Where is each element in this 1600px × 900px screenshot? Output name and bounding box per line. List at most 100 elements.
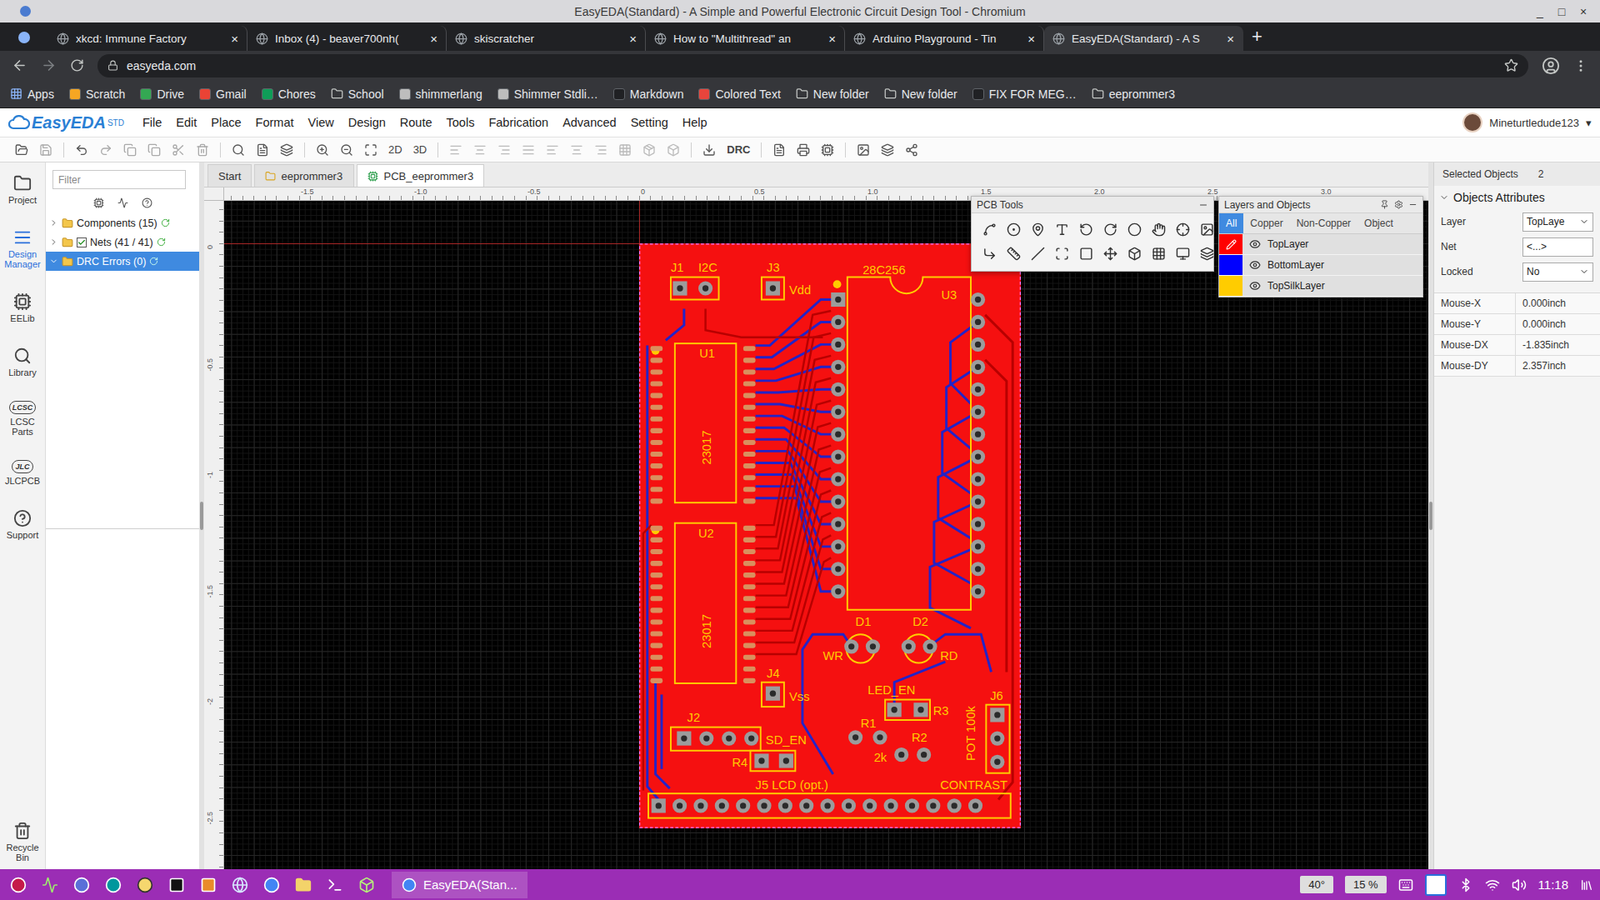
undo-icon[interactable] [75, 143, 89, 157]
bookmark[interactable]: Markdown [613, 87, 685, 101]
bookmark[interactable]: Shimmer Stdli… [497, 87, 599, 101]
smd-pad[interactable] [650, 345, 663, 351]
pad[interactable] [970, 539, 985, 554]
export-image-icon[interactable] [856, 143, 870, 157]
keyboard-icon[interactable] [1398, 877, 1414, 893]
pad[interactable] [970, 450, 985, 465]
paste-icon[interactable] [147, 143, 161, 157]
smd-pad[interactable] [743, 369, 756, 375]
document-tab[interactable]: eeprommer3 [254, 164, 355, 187]
bookmark[interactable]: Drive [140, 87, 185, 101]
volume-icon[interactable] [1511, 877, 1527, 893]
smd-pad[interactable] [650, 678, 663, 684]
smd-pad[interactable] [650, 428, 663, 434]
launcher-button[interactable] [165, 873, 189, 897]
align-middle-icon[interactable] [570, 143, 584, 157]
pad[interactable] [779, 753, 794, 768]
bookmark[interactable]: Chores [261, 87, 316, 101]
pad[interactable] [841, 798, 856, 813]
expanded-arrow-icon[interactable] [49, 256, 59, 266]
find-icon[interactable] [231, 143, 245, 157]
smd-pad[interactable] [650, 405, 663, 410]
pad[interactable] [830, 471, 845, 486]
smd-pad[interactable] [650, 369, 663, 375]
browser-menu-icon[interactable] [1573, 58, 1589, 74]
browser-tab[interactable]: Inbox (4) - beaver700nh(× [247, 25, 447, 51]
launcher-button[interactable] [260, 873, 284, 897]
component-icon[interactable] [93, 197, 105, 209]
browser-tab[interactable]: Arduino Playground - Tin× [845, 25, 1045, 51]
pad[interactable] [922, 639, 937, 654]
fit-icon[interactable] [364, 143, 378, 157]
share-icon[interactable] [905, 143, 919, 157]
pad[interactable] [970, 427, 985, 442]
pad[interactable] [735, 798, 750, 813]
pad[interactable] [970, 405, 985, 420]
pad[interactable] [844, 639, 859, 654]
launcher-button[interactable] [38, 873, 62, 897]
layer-color-swatch[interactable] [1219, 255, 1243, 275]
smd-pad[interactable] [743, 678, 756, 684]
smd-pad[interactable] [743, 560, 756, 566]
smd-pad[interactable] [650, 631, 663, 637]
smd-pad[interactable] [743, 572, 756, 578]
rail-item[interactable]: Library [0, 346, 45, 378]
smd-pad[interactable] [650, 357, 663, 363]
layer-icon[interactable] [280, 143, 294, 157]
filter-input[interactable] [52, 170, 186, 190]
pad[interactable] [778, 798, 793, 813]
tool-button[interactable] [1147, 242, 1170, 265]
smd-pad[interactable] [743, 655, 756, 660]
launcher-button[interactable] [133, 873, 157, 897]
smd-pad[interactable] [650, 451, 663, 457]
zoom-in-icon[interactable] [315, 143, 330, 157]
smd-pad[interactable] [743, 525, 756, 531]
tool-button[interactable] [1195, 242, 1218, 265]
menu-item[interactable]: Setting [630, 115, 669, 130]
redo-icon[interactable] [99, 143, 113, 157]
layer-tab[interactable]: Copper [1243, 213, 1290, 234]
new-tab-button[interactable]: + [1251, 25, 1263, 48]
smd-pad[interactable] [743, 393, 756, 399]
bluetooth-icon[interactable] [1458, 877, 1474, 893]
pad[interactable] [830, 292, 845, 307]
pad[interactable] [830, 450, 845, 465]
layer-row[interactable]: TopSilkLayer [1219, 275, 1423, 297]
smd-pad[interactable] [650, 655, 663, 660]
refresh-icon[interactable] [149, 256, 159, 266]
align-bottom-icon[interactable] [594, 143, 608, 157]
collapsed-arrow-icon[interactable] [49, 237, 59, 247]
bookmark[interactable]: Colored Text [698, 87, 780, 101]
pad[interactable] [715, 798, 730, 813]
rail-item[interactable]: Project [0, 174, 45, 205]
task-button[interactable]: EasyEDA(Stan... [391, 871, 528, 899]
smd-pad[interactable] [650, 584, 663, 590]
browser-tab[interactable]: xkcd: Immune Factory× [48, 25, 248, 51]
menu-item[interactable]: Advanced [562, 115, 617, 130]
launcher-button[interactable] [101, 873, 125, 897]
view-mode-button[interactable]: 3D [413, 143, 428, 156]
tree-row[interactable]: Components (15) [45, 213, 200, 233]
menu-item[interactable]: File [142, 115, 162, 130]
smd-pad[interactable] [650, 525, 663, 531]
cut-icon[interactable] [171, 143, 185, 157]
menu-item[interactable]: Edit [175, 115, 197, 130]
import-icon[interactable] [702, 143, 716, 157]
fabrication-icon[interactable] [820, 143, 835, 157]
tool-button[interactable] [1075, 218, 1097, 240]
align-right-icon[interactable] [497, 143, 511, 157]
smd-pad[interactable] [743, 440, 756, 445]
group-icon[interactable] [642, 143, 656, 157]
pad[interactable] [970, 360, 985, 375]
menu-item[interactable]: Place [210, 115, 241, 130]
pin-icon[interactable] [1380, 200, 1390, 210]
pad[interactable] [698, 280, 713, 295]
smd-pad[interactable] [650, 549, 663, 555]
section-title[interactable]: Objects Attributes [1434, 185, 1600, 210]
pad[interactable] [765, 686, 780, 701]
pad[interactable] [830, 427, 845, 442]
pad[interactable] [830, 494, 845, 509]
bookmark[interactable]: Scratch [69, 87, 125, 101]
smd-pad[interactable] [650, 486, 663, 492]
rail-item[interactable]: JLCJLCPCB [0, 460, 45, 486]
